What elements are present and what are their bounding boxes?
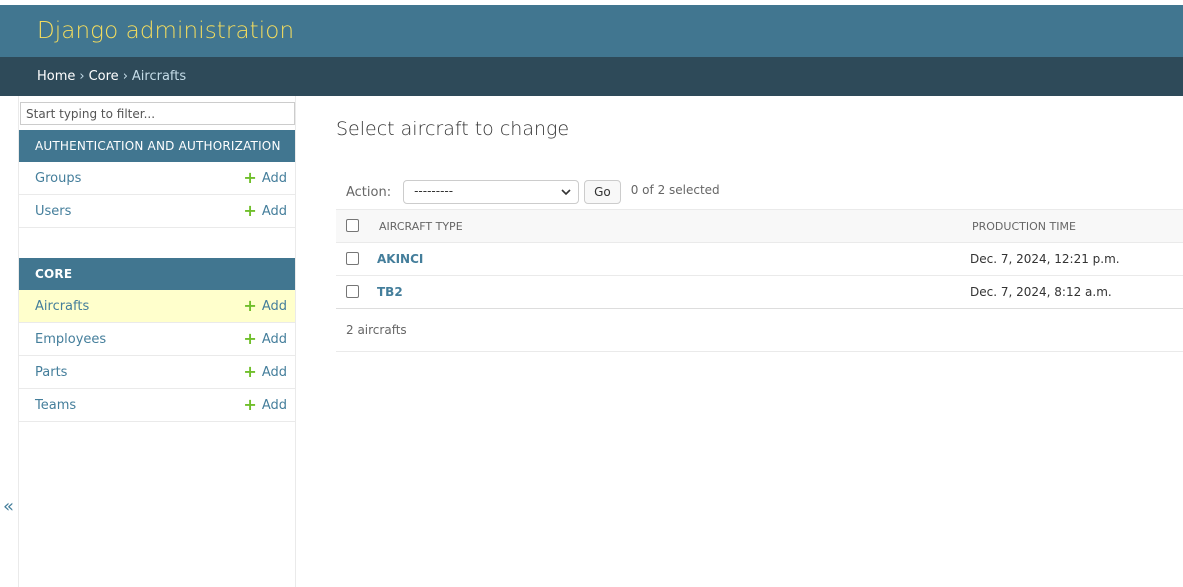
breadcrumb-core[interactable]: Core (89, 69, 119, 84)
action-selected-value: --------- (414, 184, 454, 198)
plus-icon: + (243, 329, 257, 348)
sidebar-item-label[interactable]: Groups (35, 171, 81, 186)
plus-icon: + (243, 362, 257, 381)
plus-icon: + (243, 168, 257, 187)
breadcrumb: Home › Core › Aircrafts (0, 57, 1183, 96)
sidebar-item-label[interactable]: Teams (35, 398, 76, 413)
add-label: Add (261, 170, 287, 186)
sidebar-item-teams[interactable]: Teams + Add (19, 389, 295, 422)
main-layout: « AUTHENTICATION AND AUTHORIZATION Group… (0, 96, 1183, 587)
aircraft-type-link[interactable]: TB2 (377, 285, 403, 299)
add-label: Add (261, 331, 287, 347)
site-branding[interactable]: Django administration (37, 18, 294, 44)
add-aircrafts-button[interactable]: + Add (243, 298, 287, 314)
sidebar-item-employees[interactable]: Employees + Add (19, 323, 295, 356)
header: Django administration (0, 5, 1183, 57)
chevron-down-icon (561, 189, 571, 196)
production-time-cell: Dec. 7, 2024, 8:12 a.m. (970, 285, 1112, 299)
sidebar-item-label[interactable]: Users (35, 204, 71, 219)
add-groups-button[interactable]: + Add (243, 170, 287, 186)
table-row: TB2 Dec. 7, 2024, 8:12 a.m. (336, 276, 1183, 309)
sidebar-item-users[interactable]: Users + Add (19, 195, 295, 228)
module-caption-auth[interactable]: AUTHENTICATION AND AUTHORIZATION (19, 130, 295, 162)
column-header-aircraft-type[interactable]: AIRCRAFT TYPE (379, 220, 463, 233)
production-time-cell: Dec. 7, 2024, 12:21 p.m. (970, 252, 1120, 266)
add-label: Add (261, 397, 287, 413)
action-select[interactable]: --------- (403, 180, 580, 204)
table-header: AIRCRAFT TYPE PRODUCTION TIME (336, 209, 1183, 243)
nav-filter-input[interactable] (20, 102, 295, 125)
select-all-checkbox[interactable] (346, 219, 359, 232)
module-caption-core[interactable]: CORE (19, 258, 295, 290)
sidebar-item-parts[interactable]: Parts + Add (19, 356, 295, 389)
nav-sidebar: AUTHENTICATION AND AUTHORIZATION Groups … (19, 96, 296, 587)
table-row: AKINCI Dec. 7, 2024, 12:21 p.m. (336, 243, 1183, 276)
row-checkbox[interactable] (346, 252, 359, 265)
paginator: 2 aircrafts (336, 309, 1183, 352)
row-checkbox[interactable] (346, 285, 359, 298)
breadcrumb-current: Aircrafts (131, 69, 187, 84)
add-label: Add (261, 298, 287, 314)
breadcrumb-home[interactable]: Home (37, 69, 75, 84)
add-label: Add (261, 203, 287, 219)
sidebar-item-label[interactable]: Employees (35, 332, 106, 347)
sidebar-item-groups[interactable]: Groups + Add (19, 162, 295, 195)
add-label: Add (261, 364, 287, 380)
breadcrumb-separator: › (122, 69, 128, 84)
sidebar-item-label[interactable]: Aircrafts (35, 299, 89, 314)
aircraft-type-link[interactable]: AKINCI (377, 252, 423, 266)
add-users-button[interactable]: + Add (243, 203, 287, 219)
page-title: Select aircraft to change (336, 118, 570, 140)
actions-bar: Action: --------- Go 0 of 2 selected (336, 175, 1183, 209)
double-chevron-left-icon[interactable]: « (3, 496, 14, 517)
add-employees-button[interactable]: + Add (243, 331, 287, 347)
breadcrumb-separator: › (79, 69, 85, 84)
selection-count: 0 of 2 selected (630, 183, 720, 197)
content-main: Select aircraft to change Action: ------… (336, 96, 1183, 587)
plus-icon: + (243, 395, 257, 414)
column-header-production-time[interactable]: PRODUCTION TIME (972, 220, 1076, 233)
result-list-table: AIRCRAFT TYPE PRODUCTION TIME AKINCI Dec… (336, 209, 1183, 352)
go-button[interactable]: Go (584, 180, 621, 204)
plus-icon: + (243, 296, 257, 315)
action-label: Action: (346, 184, 392, 200)
toggle-nav-sidebar[interactable]: « (0, 96, 19, 587)
sidebar-item-aircrafts[interactable]: Aircrafts + Add (19, 290, 295, 323)
add-parts-button[interactable]: + Add (243, 364, 287, 380)
add-teams-button[interactable]: + Add (243, 397, 287, 413)
plus-icon: + (243, 201, 257, 220)
sidebar-item-label[interactable]: Parts (35, 365, 67, 380)
